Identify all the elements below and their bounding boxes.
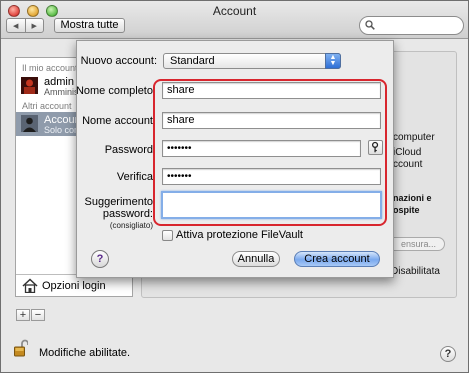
account-name-field[interactable]: share [162,112,381,129]
house-icon [22,278,38,293]
new-account-label: Nuovo account: [80,55,157,67]
filevault-checkbox[interactable] [162,230,173,241]
bg-groups-text: nazioni e [393,193,432,203]
add-account-button[interactable]: + [16,309,30,321]
back-button[interactable]: ◀ [7,19,26,32]
remove-account-button[interactable]: − [31,309,45,321]
bg-icloud-text: iCloud [393,147,422,158]
password-field[interactable]: ••••••• [162,140,361,157]
password-label: Password [104,144,153,156]
lock-status-label: Modifiche abilitate. [39,347,131,359]
help-button[interactable]: ? [440,346,456,362]
sheet-help-button[interactable]: ? [91,250,109,268]
hint-label-2: password: [102,208,153,220]
full-name-label: Nome completo [75,85,153,97]
hint-label: Suggerimento [84,196,154,208]
my-account-header: Il mio account [22,63,78,73]
bg-guest-text: ospite [393,205,420,215]
login-options-label: Opzioni login [42,280,106,292]
bg-allow-text: Disabilitata [391,266,440,277]
back-forward-control: ◀ ▶ [6,18,44,33]
account-type-value: Standard [170,55,215,67]
popup-arrows-icon: ▲ ▼ [325,53,341,69]
bg-account-text: ccount [393,159,423,170]
unlocked-padlock-icon[interactable] [14,339,28,357]
hint-recommended: (consigliato) [109,221,153,230]
bg-computer-text: computer [393,132,435,143]
account-type-popup[interactable]: Standard ▲ ▼ [163,53,341,69]
filevault-label: Attiva protezione FileVault [176,229,303,241]
account-name-label: Nome account [82,115,153,127]
verify-label: Verifica [116,171,153,183]
preferences-window: Account ◀ ▶ Mostra tutte computer iCloud… [0,0,469,373]
password-hint-field[interactable] [161,191,382,219]
create-account-button[interactable]: Crea account [294,251,380,267]
full-name-field[interactable]: share [162,82,381,99]
key-icon [371,141,379,153]
admin-avatar [21,77,38,94]
show-all-button[interactable]: Mostra tutte [54,18,125,33]
user-silhouette-icon [21,115,38,132]
title-bar: Account ◀ ▶ Mostra tutte [1,1,468,39]
cancel-button[interactable]: Annulla [232,251,280,267]
verify-field[interactable]: ••••••• [162,168,381,185]
search-field[interactable] [359,16,464,35]
password-assistant-button[interactable] [368,140,383,155]
new-account-sheet: Nuovo account: Standard ▲ ▼ Nome completo… [76,40,394,278]
forward-button[interactable]: ▶ [26,19,44,32]
other-accounts-header: Altri account [22,101,72,111]
search-icon [365,20,375,30]
